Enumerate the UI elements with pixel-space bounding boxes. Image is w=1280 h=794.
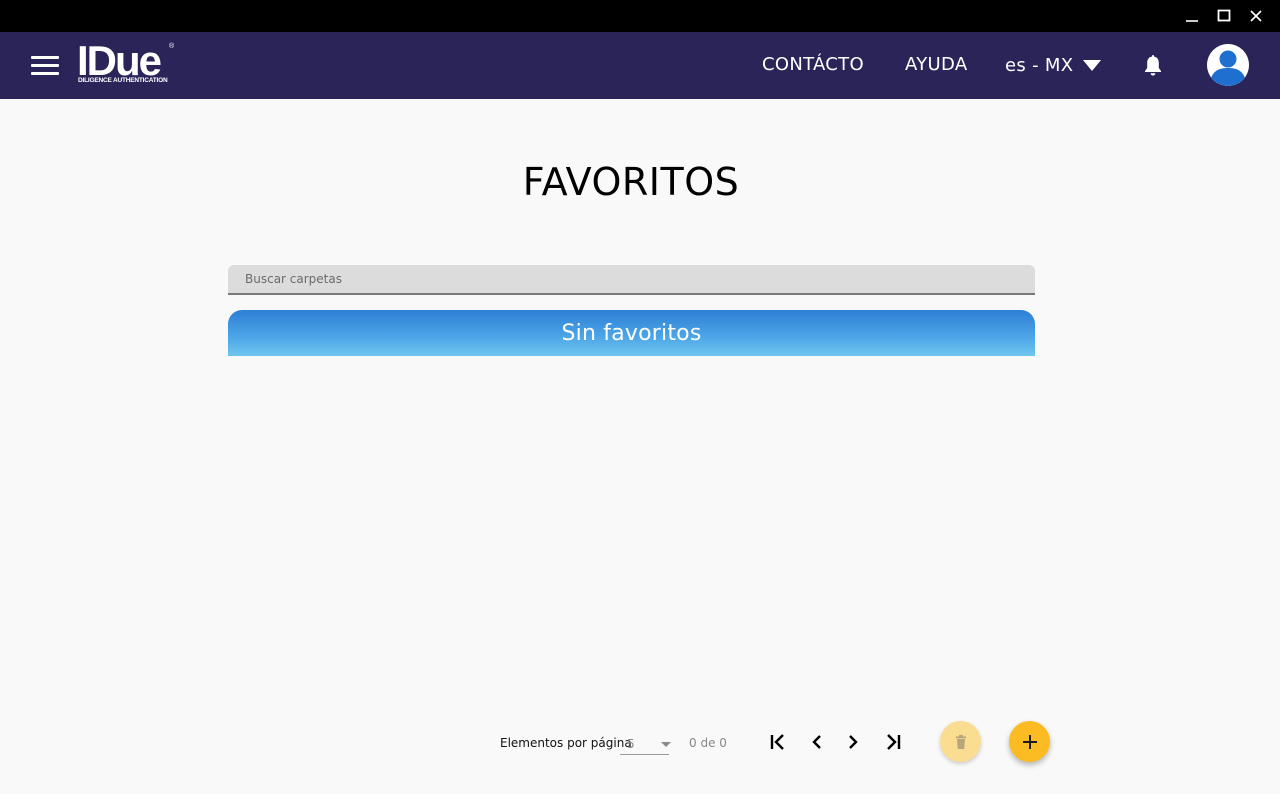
items-per-page-select[interactable]: 5 [620, 733, 671, 755]
nav-help-link[interactable]: AYUDA [905, 52, 967, 78]
chevron-left-icon [812, 735, 821, 749]
empty-favorites-message: Sin favoritos [561, 320, 702, 346]
caret-down-icon [661, 742, 671, 747]
previous-page-button[interactable] [805, 730, 829, 754]
notifications-button[interactable] [1142, 54, 1164, 78]
maximize-icon [1217, 9, 1231, 22]
trash-icon [955, 734, 966, 749]
last-page-button[interactable] [881, 730, 905, 754]
first-page-icon [770, 734, 784, 750]
empty-favorites-banner: Sin favoritos [228, 310, 1035, 356]
profile-button[interactable] [1207, 44, 1249, 86]
language-label: es - MX [1005, 54, 1074, 76]
search-input[interactable] [228, 265, 1035, 293]
next-page-button[interactable] [841, 730, 865, 754]
window-title-bar [0, 0, 1280, 32]
minimize-button[interactable] [1176, 0, 1208, 32]
logo-subtitle: DILIGENCE AUTHENTICATION [78, 77, 168, 84]
caret-down-icon [1083, 59, 1102, 71]
idue-logo: IDue ® DILIGENCE AUTHENTICATION [77, 39, 187, 89]
logo-registered-mark: ® [169, 43, 175, 50]
pagination-range: 0 de 0 [689, 736, 727, 750]
hamburger-menu-icon[interactable] [28, 52, 62, 80]
page-title: FAVORITOS [522, 160, 740, 204]
folder-search-field [228, 265, 1035, 295]
close-icon [1250, 10, 1262, 22]
chevron-right-icon [849, 735, 858, 749]
maximize-button[interactable] [1208, 0, 1240, 32]
language-selector[interactable]: es - MX [1005, 52, 1102, 78]
bell-icon [1145, 55, 1161, 76]
items-per-page-value: 5 [627, 737, 635, 751]
last-page-icon [887, 734, 901, 750]
nav-contact-link[interactable]: CONTÁCTO [762, 52, 864, 78]
minimize-icon [1186, 20, 1198, 22]
plus-icon [1022, 734, 1037, 749]
first-page-button[interactable] [766, 730, 790, 754]
user-avatar-icon [1207, 44, 1249, 86]
items-per-page-label: Elementos por página [500, 736, 632, 750]
close-window-button[interactable] [1240, 0, 1272, 32]
add-favorite-button[interactable] [1009, 721, 1050, 762]
delete-favorites-button[interactable] [940, 721, 981, 762]
app-header: IDue ® DILIGENCE AUTHENTICATION CONTÁCTO… [0, 32, 1280, 99]
